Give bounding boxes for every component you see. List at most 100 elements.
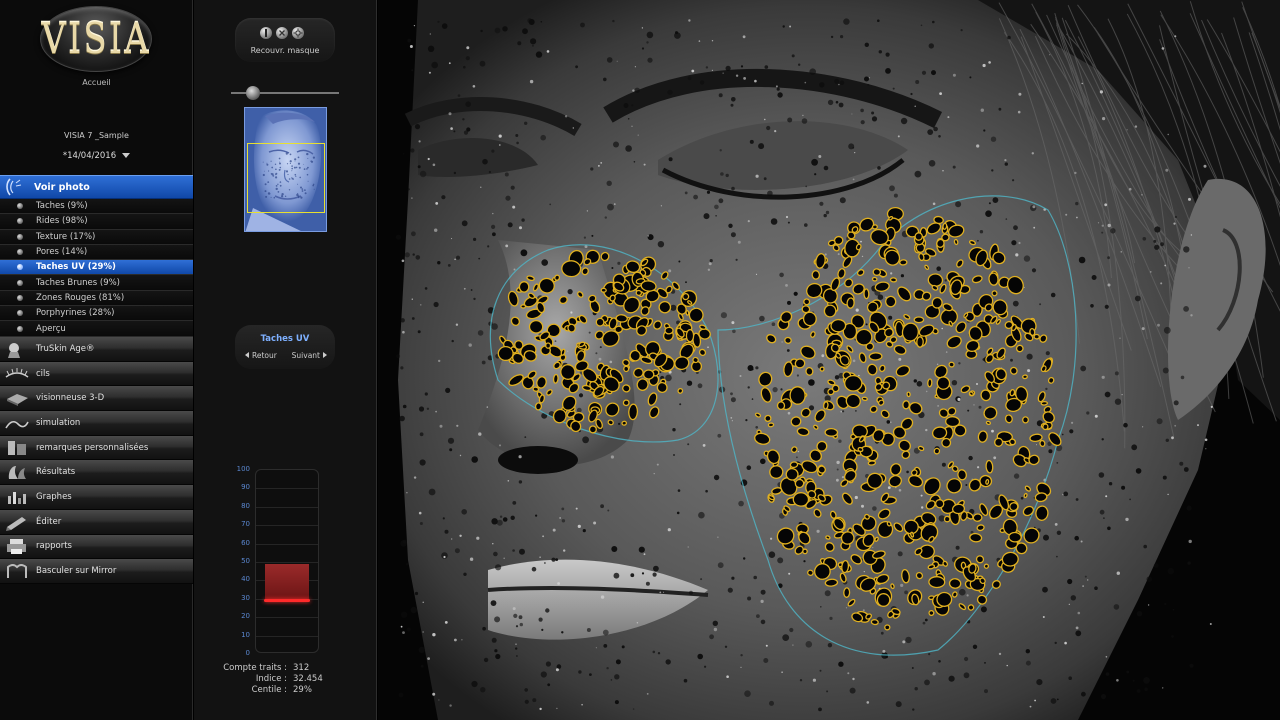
uv-spot-outline	[1039, 439, 1046, 448]
section-list: TruSkin Age® cils visionneuse 3-D simulatio…	[0, 337, 193, 584]
uv-spot-outline	[889, 277, 898, 283]
section-label: remarques personnalisées	[36, 442, 149, 453]
stat-value: 312	[293, 663, 310, 673]
analysis-item[interactable]: Texture (17%)	[0, 229, 193, 245]
home-label[interactable]: Accueil	[0, 78, 193, 87]
uv-spot-outline	[823, 401, 829, 410]
next-button[interactable]: Suivant	[292, 351, 327, 360]
uv-spot-outline	[969, 532, 983, 543]
section-button[interactable]: simulation	[0, 411, 193, 436]
section-button[interactable]: Basculer sur Mirror	[0, 559, 193, 584]
section-button[interactable]: cils	[0, 361, 193, 387]
section-button[interactable]: remarques personnalisées	[0, 435, 193, 461]
edit-icon	[6, 516, 26, 531]
uv-spot-outline	[1022, 374, 1028, 380]
gauge-tick-label: 80	[241, 501, 250, 510]
mask-settings-icon[interactable]	[292, 27, 304, 39]
voir-photo-button[interactable]: Voir photo	[0, 175, 193, 199]
section-button[interactable]: Graphes	[0, 485, 193, 510]
uv-spot-outline	[1008, 531, 1022, 543]
analysis-item[interactable]: Porphyrines (28%)	[0, 306, 193, 322]
analysis-item[interactable]: Rides (98%)	[0, 214, 193, 230]
gauge-tick-label: 60	[241, 538, 250, 547]
section-button[interactable]: visionneuse 3-D	[0, 386, 193, 412]
face-photo-icon	[6, 178, 22, 196]
uv-spot-outline	[621, 420, 628, 426]
bullet-icon	[17, 264, 23, 271]
uv-spot-outline	[824, 578, 839, 587]
stat-row: Indice : 32.454	[195, 674, 377, 685]
section-button[interactable]: Éditer	[0, 509, 193, 535]
uv-spot-outline	[985, 459, 994, 474]
uv-spot-outline	[948, 361, 955, 368]
bullet-icon	[17, 233, 23, 240]
uv-spot-outline	[518, 281, 530, 293]
uv-spot-outline	[615, 314, 628, 323]
gauge-gridline	[256, 506, 318, 508]
analysis-item-label: Rides (98%)	[36, 216, 88, 227]
chevron-right-icon	[323, 352, 327, 358]
graph-icon	[8, 491, 26, 504]
uv-spot-outline	[635, 289, 643, 296]
gauge-gridline	[256, 488, 318, 490]
analysis-item-label: Aperçu	[36, 323, 66, 334]
back-button[interactable]: Retour	[245, 351, 277, 360]
section-button[interactable]: Résultats	[0, 460, 193, 486]
results-icon	[8, 466, 26, 480]
bullet-icon	[17, 249, 23, 256]
gauge-tick-label: 70	[241, 520, 250, 529]
analysis-item[interactable]: Taches Brunes (9%)	[0, 275, 193, 291]
uv-spot-outline	[776, 401, 786, 411]
uv-spot-outline	[931, 296, 943, 309]
uv-spot-outline	[825, 535, 831, 540]
section-label: rapports	[36, 541, 72, 552]
analysis-item[interactable]: Aperçu	[0, 321, 193, 337]
bullet-icon	[17, 218, 23, 225]
uv-spot-outline	[927, 378, 933, 388]
uv-spot-outline	[534, 402, 543, 411]
uv-spot-outline	[830, 318, 847, 333]
analysis-item[interactable]: Taches (9%)	[0, 199, 193, 215]
uv-spot-outline	[872, 268, 882, 276]
mask-clear-icon[interactable]	[276, 27, 288, 39]
uv-spot-outline	[628, 403, 639, 421]
uv-spot-outline	[976, 524, 985, 532]
uv-spot-outline	[899, 259, 908, 266]
thumbnail-roi-box[interactable]	[247, 143, 325, 213]
bullet-icon	[17, 310, 23, 317]
face-thumbnail[interactable]	[244, 107, 327, 232]
zoom-slider-thumb[interactable]	[245, 86, 260, 100]
analysis-item[interactable]: Zones Rouges (81%)	[0, 290, 193, 307]
analysis-item[interactable]: Taches UV (29%)	[0, 260, 193, 276]
section-button[interactable]: TruSkin Age®	[0, 337, 193, 362]
section-label: Basculer sur Mirror	[36, 566, 117, 577]
mask-show-icon[interactable]	[260, 27, 272, 39]
uv-spot-outline	[1040, 400, 1049, 406]
uv-spot-outline	[819, 366, 825, 372]
uv-spot-outline	[910, 531, 915, 538]
uv-face-image[interactable]	[378, 0, 1280, 720]
analysis-navigator: Taches UV Retour Suivant	[235, 325, 335, 369]
analysis-item-label: Porphyrines (28%)	[36, 308, 115, 319]
gauge-tick-label: 40	[241, 575, 250, 584]
analysis-item-label: Taches Brunes (9%)	[36, 277, 120, 288]
mirror-icon	[7, 564, 27, 579]
analysis-item-label: Taches (9%)	[36, 201, 88, 212]
uv-spot-outline	[844, 374, 863, 392]
analysis-stats: Compte traits :312 Indice :32.454 Centile …	[195, 663, 377, 696]
gauge-tick-label: 50	[241, 557, 250, 565]
uv-spot-outline	[789, 461, 799, 469]
session-date-dropdown[interactable]: *14/04/2016	[0, 151, 193, 161]
logo-text: VISIA	[41, 14, 151, 64]
visia-logo[interactable]: VISIA	[40, 6, 152, 72]
chevron-left-icon	[245, 352, 249, 358]
uv-spot-outline	[554, 274, 561, 281]
analysis-item[interactable]: Pores (14%)	[0, 244, 193, 261]
uv-spot-outline	[972, 513, 983, 522]
uv-spot-outline	[913, 316, 925, 324]
image-viewer[interactable]	[378, 0, 1280, 720]
analysis-item-label: Pores (14%)	[36, 247, 88, 258]
uv-spot-outline	[861, 396, 868, 401]
analysis-list: Taches (9%) Rides (98%) Texture (17%) Pores…	[0, 199, 193, 337]
section-button[interactable]: rapports	[0, 534, 193, 560]
